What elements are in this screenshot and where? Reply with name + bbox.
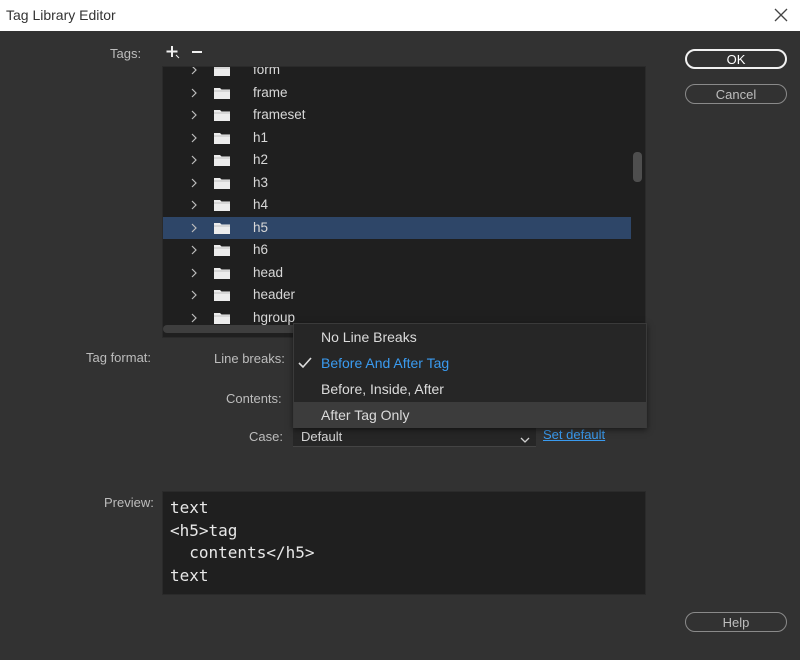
chevron-right-icon[interactable]: [190, 267, 198, 282]
tag-format-label: Tag format:: [86, 350, 152, 365]
tree-vertical-scrollbar[interactable]: [633, 152, 642, 182]
tree-item-label: h6: [253, 242, 269, 257]
line-breaks-dropdown[interactable]: No Line Breaks Before And After Tag Before…: [293, 323, 647, 428]
tree-item[interactable]: h5: [163, 216, 631, 239]
tree-item[interactable]: head: [163, 262, 631, 285]
preview-line: text: [170, 498, 209, 517]
line-breaks-option[interactable]: Before And After Tag: [294, 350, 646, 376]
preview-line: <h5>tag: [170, 520, 238, 540]
tree-item-label: head: [253, 264, 284, 280]
folder-icon: [213, 86, 231, 103]
chevron-right-icon[interactable]: [190, 222, 198, 237]
tag-tree[interactable]: form frame frameset h1 h2 h3 h4 h5 h6 head header h…: [162, 66, 646, 338]
add-tag-button[interactable]: [166, 45, 180, 62]
tree-item-label: frameset: [253, 107, 306, 122]
chevron-right-icon[interactable]: [190, 109, 198, 124]
tree-item[interactable]: h3: [163, 172, 631, 195]
tree-item-label: h1: [253, 129, 269, 145]
tree-item-label: h2: [253, 152, 269, 167]
contents-label: Contents:: [226, 391, 282, 406]
checkmark-icon: [298, 357, 312, 372]
chevron-right-icon[interactable]: [190, 177, 198, 192]
line-breaks-option[interactable]: After Tag Only: [294, 402, 646, 428]
plus-icon: [166, 46, 180, 59]
tree-item[interactable]: h1: [163, 127, 631, 150]
folder-icon: [213, 67, 231, 80]
tree-horizontal-scrollbar[interactable]: [163, 325, 303, 333]
tree-item[interactable]: h2: [163, 149, 631, 172]
chevron-right-icon[interactable]: [190, 244, 198, 259]
case-select-value: Default: [301, 429, 343, 444]
help-button[interactable]: Help: [685, 612, 787, 632]
chevron-right-icon[interactable]: [190, 289, 198, 304]
folder-icon: [213, 288, 231, 305]
folder-icon: [213, 198, 231, 215]
line-breaks-option-label: No Line Breaks: [321, 329, 417, 345]
chevron-right-icon[interactable]: [190, 67, 198, 79]
preview-pane: text <h5>tag contents</h5> text: [162, 491, 646, 595]
folder-icon: [213, 108, 231, 125]
folder-icon: [213, 266, 231, 283]
case-select[interactable]: Default: [293, 426, 536, 447]
folder-icon: [213, 243, 231, 260]
line-breaks-label: Line breaks:: [214, 351, 285, 366]
tags-label: Tags:: [110, 46, 142, 61]
tree-item[interactable]: header: [163, 284, 631, 307]
tree-item-label: form: [253, 66, 280, 77]
tree-item[interactable]: frameset: [163, 104, 631, 127]
folder-icon: [213, 176, 231, 193]
case-label: Case:: [249, 429, 283, 444]
tag-tree-list: form frame frameset h1 h2 h3 h4 h5 h6 head header h…: [163, 66, 631, 329]
tree-item-label: h4: [253, 197, 269, 212]
folder-icon: [213, 221, 231, 238]
title-bar: Tag Library Editor: [0, 0, 800, 31]
line-breaks-option[interactable]: Before, Inside, After: [294, 376, 646, 402]
chevron-right-icon[interactable]: [190, 199, 198, 214]
chevron-down-icon: [520, 432, 530, 447]
tree-item-label: frame: [253, 84, 288, 100]
tree-item[interactable]: h6: [163, 239, 631, 262]
minus-icon: [192, 51, 202, 53]
line-breaks-option-label: Before And After Tag: [321, 355, 450, 371]
preview-line: text: [170, 565, 209, 585]
preview-line: contents</h5>: [170, 543, 315, 562]
chevron-right-icon[interactable]: [190, 154, 198, 169]
chevron-right-icon[interactable]: [190, 87, 198, 102]
close-icon[interactable]: [770, 4, 792, 26]
ok-button[interactable]: OK: [685, 49, 787, 69]
tree-item-label: h3: [253, 174, 269, 190]
folder-icon: [213, 131, 231, 148]
tree-item[interactable]: frame: [163, 82, 631, 105]
remove-tag-button[interactable]: [191, 45, 203, 62]
tree-item[interactable]: h4: [163, 194, 631, 217]
cancel-button[interactable]: Cancel: [685, 84, 787, 104]
folder-icon: [213, 153, 231, 170]
window-title: Tag Library Editor: [6, 7, 116, 23]
line-breaks-option-label: Before, Inside, After: [321, 381, 444, 397]
tree-item-label: h5: [253, 219, 269, 235]
preview-label: Preview:: [104, 495, 154, 510]
line-breaks-option[interactable]: No Line Breaks: [294, 324, 646, 350]
tree-item[interactable]: form: [163, 66, 631, 82]
tree-item-label: hgroup: [253, 309, 296, 325]
set-default-link[interactable]: Set default: [543, 427, 605, 442]
line-breaks-option-label: After Tag Only: [321, 407, 410, 423]
tree-item-label: header: [253, 287, 296, 302]
chevron-right-icon[interactable]: [190, 132, 198, 147]
